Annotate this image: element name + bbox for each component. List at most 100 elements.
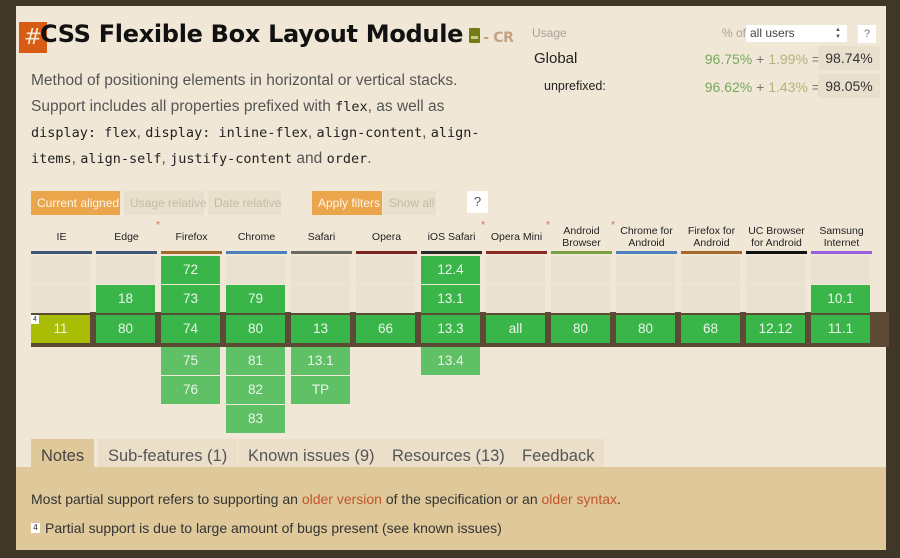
description-text: ,: [422, 124, 431, 141]
version-label: 81: [247, 353, 264, 368]
empty-cell: [31, 256, 90, 284]
empty-cell: [616, 285, 675, 313]
browser-name: iOS Safari: [427, 230, 476, 243]
version-label: 80: [637, 321, 654, 336]
version-label: 72: [182, 262, 199, 277]
version-cell[interactable]: 18: [96, 285, 155, 313]
feature-title: CSS Flexible Box Layout Module - CR: [40, 20, 514, 48]
code-snippet: display: flex: [31, 125, 137, 141]
users-select-value: all users: [750, 26, 795, 40]
version-cell[interactable]: 13: [291, 315, 350, 343]
note-text: of the specification or an: [381, 491, 542, 507]
older-syntax-link[interactable]: older syntax: [542, 491, 617, 507]
browser-header[interactable]: Safari: [291, 223, 352, 250]
version-cell[interactable]: 75: [161, 347, 220, 375]
browser-header[interactable]: Firefox: [161, 223, 222, 250]
table-help-button[interactable]: ?: [467, 191, 488, 213]
empty-cell: [746, 256, 805, 284]
version-cell[interactable]: 13.1: [421, 285, 480, 313]
version-cell[interactable]: 79: [226, 285, 285, 313]
browser-header[interactable]: Chrome: [226, 223, 287, 250]
browser-header[interactable]: Firefox for Android: [681, 223, 742, 250]
version-cell[interactable]: 66: [356, 315, 415, 343]
version-cell[interactable]: 76: [161, 376, 220, 404]
browser-header[interactable]: IE: [31, 223, 92, 250]
description-text: ,: [71, 150, 81, 167]
spec-status: - CR: [483, 30, 514, 46]
usage-label: Usage: [532, 26, 567, 40]
browser-header[interactable]: Android Browser *: [551, 220, 615, 250]
description-text: , as well as: [367, 98, 445, 115]
browser-name: Chrome for Android: [620, 224, 673, 249]
version-cell[interactable]: 12.4: [421, 256, 480, 284]
document-icon[interactable]: [469, 28, 481, 43]
version-cell[interactable]: all: [486, 315, 545, 343]
browser-header[interactable]: Opera: [356, 223, 417, 250]
browser-name: Chrome: [237, 230, 276, 243]
version-label: 18: [117, 291, 134, 306]
version-cell[interactable]: 80: [616, 315, 675, 343]
note-number: 4: [31, 315, 39, 324]
browser-header[interactable]: iOS Safari *: [421, 220, 485, 250]
browser-header[interactable]: Edge *: [96, 220, 160, 250]
code-snippet: align-self: [80, 151, 162, 167]
current-aligned-button[interactable]: Current aligned: [31, 191, 120, 215]
apply-filters-button[interactable]: Apply filters: [312, 191, 382, 215]
usage-help-button[interactable]: ?: [858, 25, 876, 43]
version-cell[interactable]: 80: [551, 315, 610, 343]
version-cell[interactable]: 11 4: [31, 315, 90, 343]
browser-header[interactable]: Samsung Internet: [811, 223, 872, 250]
version-cell[interactable]: 81: [226, 347, 285, 375]
version-cell[interactable]: 13.3: [421, 315, 480, 343]
browser-color-bar: [226, 251, 287, 254]
usage-row-values: 96.62% + 1.43% =: [705, 79, 820, 95]
note-text: Partial support is due to large amount o…: [45, 520, 502, 536]
version-cell[interactable]: 10.1: [811, 285, 870, 313]
numbered-note: 4 Partial support is due to large amount …: [31, 520, 502, 536]
version-cell[interactable]: 80: [226, 315, 285, 343]
version-cell[interactable]: 13.1: [291, 347, 350, 375]
browser-name: Opera Mini: [490, 230, 543, 243]
version-cell[interactable]: 13.4: [421, 347, 480, 375]
browser-header[interactable]: Opera Mini *: [486, 220, 550, 250]
browser-color-bar: [681, 251, 742, 254]
version-cell[interactable]: 12.12: [746, 315, 805, 343]
browser-header[interactable]: UC Browser for Android: [746, 223, 807, 250]
plus-sign: +: [756, 79, 765, 95]
version-cell[interactable]: TP: [291, 376, 350, 404]
version-cell[interactable]: 11.1: [811, 315, 870, 343]
browser-color-bar: [161, 251, 222, 254]
browser-name: IE: [56, 230, 67, 243]
browser-name: Android Browser: [562, 224, 601, 249]
browser-color-bar: [746, 251, 807, 254]
empty-cell: [356, 256, 415, 284]
version-cell[interactable]: 73: [161, 285, 220, 313]
browser-name: UC Browser for Android: [748, 224, 805, 249]
usage-row-unprefixed: unprefixed: 96.62% + 1.43% = 98.05%: [532, 74, 880, 98]
version-cell[interactable]: 72: [161, 256, 220, 284]
empty-cell: [551, 285, 610, 313]
browser-color-bar: [356, 251, 417, 254]
note-number: 4: [31, 523, 40, 533]
version-label: 13.1: [437, 291, 464, 306]
version-cell[interactable]: 74: [161, 315, 220, 343]
browser-name: Firefox for Android: [687, 224, 736, 249]
usage-relative-button[interactable]: Usage relative: [124, 191, 207, 215]
version-cell[interactable]: 68: [681, 315, 740, 343]
version-cell[interactable]: 82: [226, 376, 285, 404]
browser-header[interactable]: Chrome for Android: [616, 223, 677, 250]
date-relative-button[interactable]: Date relative: [208, 191, 281, 215]
version-cell[interactable]: 80: [96, 315, 155, 343]
usage-full: 96.75%: [704, 51, 753, 67]
version-label: 12.4: [437, 262, 464, 277]
code-snippet: order: [326, 151, 368, 167]
note-text: .: [617, 491, 621, 507]
empty-cell: [291, 285, 350, 313]
users-select[interactable]: all users ▲ ▼: [746, 25, 847, 42]
show-all-button[interactable]: Show all: [383, 191, 436, 215]
browser-color-bar: [551, 251, 612, 254]
older-version-link[interactable]: older version: [302, 491, 382, 507]
feature-description: Method of positioning elements in horizo…: [31, 68, 511, 172]
version-cell[interactable]: 83: [226, 405, 285, 433]
version-label: 10.1: [827, 291, 854, 306]
